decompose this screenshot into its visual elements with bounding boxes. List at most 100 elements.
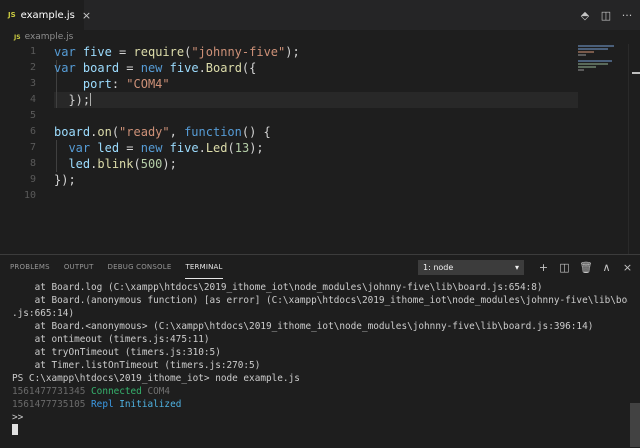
terminal-line: at Board.(anonymous function) [as error]… <box>12 294 628 307</box>
line-number: 9 <box>29 174 36 185</box>
terminal-line: 1561477735105 Repl Initialized <box>12 398 628 411</box>
editor-scrollbar[interactable] <box>628 44 640 254</box>
line-number: 10 <box>23 190 36 201</box>
new-terminal-icon[interactable]: + <box>537 261 550 274</box>
code-line[interactable] <box>54 108 630 124</box>
code-token: five <box>169 61 199 75</box>
terminal-text: 1561477731345 <box>12 386 92 397</box>
javascript-file-icon: JS <box>8 11 16 19</box>
code-token: . <box>198 141 206 155</box>
terminal-text: at tryOnTimeout (timers.js:310:5) <box>12 347 221 358</box>
code-token: Led <box>205 141 228 155</box>
tab-output[interactable]: OUTPUT <box>64 255 94 279</box>
code-token: five <box>82 45 112 59</box>
editor-tab-bar: JS example.js × ⬘ ◫ ··· <box>0 0 640 30</box>
maximize-panel-icon[interactable]: ∧ <box>600 261 613 274</box>
code-token: : <box>111 77 127 91</box>
editor-actions: ⬘ ◫ ··· <box>578 0 634 30</box>
tab-example-js[interactable]: JS example.js × <box>0 0 91 30</box>
code-line[interactable]: }); <box>54 172 630 188</box>
code-token: ); <box>249 141 264 155</box>
code-token: new <box>140 61 163 75</box>
terminal-text: Initialized <box>119 399 182 410</box>
chevron-down-icon: ▾ <box>514 263 519 272</box>
terminal-text: at ontimeout (timers.js:475:11) <box>12 334 210 345</box>
terminal-select[interactable]: 1: node ▾ <box>418 260 524 275</box>
code-token: }); <box>54 93 91 107</box>
code-token: five <box>169 141 199 155</box>
code-token: board <box>82 61 120 75</box>
terminal-text: Connected <box>91 386 148 397</box>
line-number: 3 <box>29 78 36 89</box>
terminal-text: .js:665:14) <box>12 308 75 319</box>
tab-terminal[interactable]: TERMINAL <box>185 255 223 279</box>
kill-terminal-icon[interactable]: 🗑 <box>579 261 593 274</box>
code-token: new <box>140 141 163 155</box>
tab-problems[interactable]: PROBLEMS <box>10 255 50 279</box>
code-token: ); <box>285 45 300 59</box>
code-token: 500 <box>140 157 163 171</box>
code-line[interactable]: port: "COM4" <box>54 76 630 92</box>
terminal-text: 1561477735105 <box>12 399 92 410</box>
code-token: port <box>82 77 112 91</box>
code-token: ( <box>227 141 235 155</box>
line-number: 7 <box>29 142 36 153</box>
split-editor-icon[interactable]: ◫ <box>599 9 613 22</box>
text-cursor <box>90 93 92 106</box>
code-line[interactable]: var board = new five.Board({ <box>54 60 630 76</box>
terminal-line: >> <box>12 411 628 424</box>
terminal-text: at Timer.listOnTimeout (timers.js:270:5) <box>12 360 261 371</box>
terminal-select-value: 1: node <box>423 263 454 272</box>
code-token: blink <box>97 157 134 171</box>
code-line[interactable]: board.on("ready", function() { <box>54 124 630 140</box>
code-line[interactable]: var led = new five.Led(13); <box>54 140 630 156</box>
close-panel-icon[interactable]: × <box>621 261 634 274</box>
code-token: "johnny-five" <box>191 45 286 59</box>
terminal-output[interactable]: at Board.log (C:\xampp\htdocs\2019_ithom… <box>12 281 628 437</box>
code-token: ); <box>162 157 177 171</box>
terminal-text: PS C:\xampp\htdocs\2019_ithome_iot> node… <box>12 373 300 384</box>
terminal-text: >> <box>12 412 24 423</box>
breadcrumb: JS example.js <box>0 30 640 44</box>
code-line[interactable]: var five = require("johnny-five"); <box>54 44 630 60</box>
terminal-line: at Board.<anonymous> (C:\xampp\htdocs\20… <box>12 320 628 333</box>
minimap[interactable] <box>578 44 628 80</box>
code-editor[interactable]: 1 2 3 4 5 6 7 8 9 10 var five = require("johnny-f… <box>0 44 640 254</box>
tab-debug-console[interactable]: DEBUG CONSOLE <box>108 255 172 279</box>
code-token: 13 <box>234 141 250 155</box>
code-token: var <box>68 141 91 155</box>
terminal-text: Repl <box>91 399 120 410</box>
javascript-file-icon: JS <box>14 33 21 41</box>
terminal-line: at ontimeout (timers.js:475:11) <box>12 333 628 346</box>
terminal-text: at Board.log (C:\xampp\htdocs\2019_ithom… <box>12 282 543 293</box>
line-number-gutter: 1 2 3 4 5 6 7 8 9 10 <box>0 44 40 204</box>
code-token: = <box>119 141 141 155</box>
terminal-line: .js:665:14) <box>12 307 628 320</box>
breadcrumb-file[interactable]: example.js <box>25 32 74 42</box>
code-lines[interactable]: var five = require("johnny-five"); var bo… <box>54 44 630 204</box>
code-token: require <box>133 45 185 59</box>
code-token: board <box>54 125 91 139</box>
terminal-cursor <box>12 424 18 435</box>
code-token: = <box>111 45 134 59</box>
terminal-cursor-line <box>12 424 628 437</box>
terminal-line: at Board.log (C:\xampp\htdocs\2019_ithom… <box>12 281 628 294</box>
line-number: 2 <box>29 62 36 73</box>
code-token: led <box>97 141 120 155</box>
code-line[interactable]: }); <box>54 92 630 108</box>
more-actions-icon[interactable]: ··· <box>620 9 634 22</box>
split-terminal-icon[interactable]: ◫ <box>558 261 571 274</box>
code-token: var <box>54 61 76 75</box>
code-line[interactable]: led.blink(500); <box>54 156 630 172</box>
panel-actions: + ◫ 🗑 ∧ × <box>537 259 634 275</box>
open-changes-icon[interactable]: ⬘ <box>578 9 592 22</box>
code-line[interactable] <box>54 188 630 204</box>
code-token: }); <box>54 173 76 187</box>
terminal-scrollbar-thumb[interactable] <box>630 403 640 447</box>
close-tab-icon[interactable]: × <box>82 9 91 22</box>
